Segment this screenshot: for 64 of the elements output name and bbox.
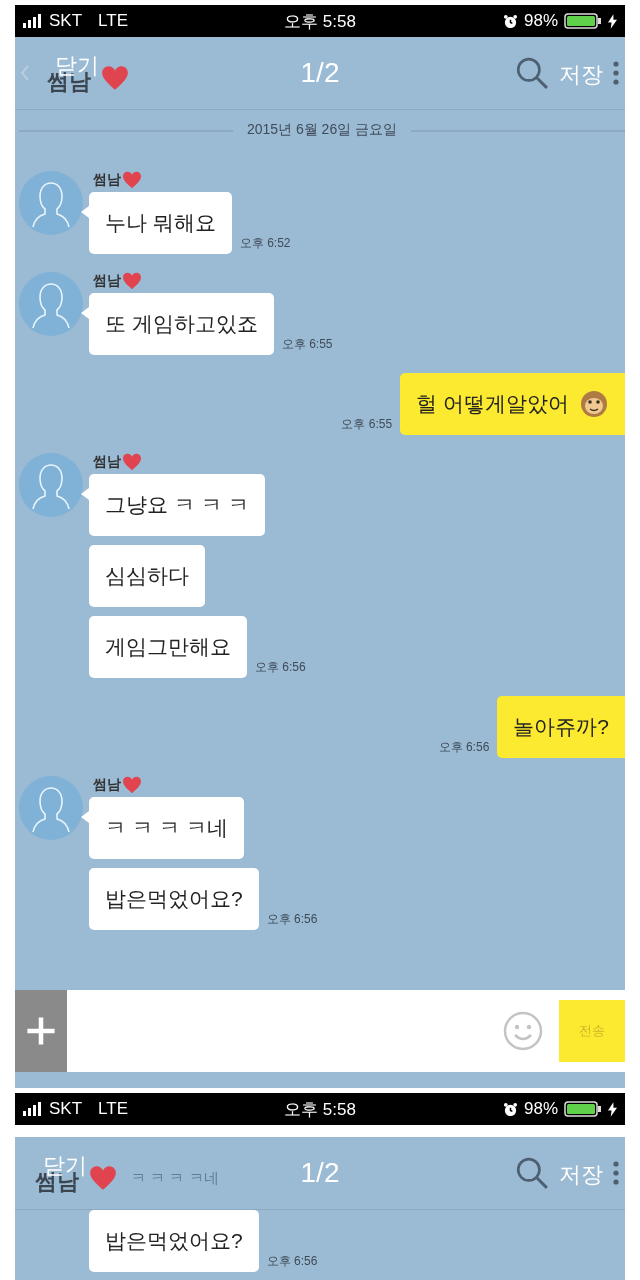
message-time: 오후 6:56 bbox=[438, 739, 490, 756]
message-bubble: 누나 뭐해요 bbox=[89, 192, 232, 254]
save-button[interactable]: 저장 bbox=[559, 1160, 603, 1190]
bubble-tail bbox=[81, 811, 89, 823]
heart-icon bbox=[122, 272, 142, 290]
clock-time: 오후 5:58 bbox=[284, 1098, 356, 1121]
message-time: 오후 6:55 bbox=[341, 416, 393, 433]
carrier-label: SKT bbox=[49, 11, 83, 31]
heart-icon bbox=[89, 1165, 117, 1191]
network-label: LTE bbox=[98, 11, 128, 31]
message-bubble: 밥은먹었어요? bbox=[89, 868, 259, 930]
back-chevron-icon bbox=[21, 65, 29, 81]
bubble-tail bbox=[81, 307, 89, 319]
message-bubble: ㅋ ㅋ ㅋ ㅋ네 bbox=[89, 797, 244, 859]
signal-icon bbox=[23, 14, 43, 28]
heart-icon bbox=[122, 453, 142, 471]
message-time: 오후 6:56 bbox=[266, 1253, 318, 1270]
message-bubble: 밥은먹었어요? bbox=[89, 1210, 259, 1272]
message-bubble: 그냥요 ㅋ ㅋ ㅋ bbox=[89, 474, 265, 536]
avatar[interactable] bbox=[19, 171, 83, 235]
battery-icon bbox=[564, 1101, 602, 1117]
sender-name: 썸남 bbox=[93, 272, 121, 290]
sender-name: 썸남 bbox=[93, 453, 121, 471]
charging-bolt-icon bbox=[608, 13, 617, 29]
bubble-tail bbox=[81, 206, 89, 218]
battery-percent: 98% bbox=[523, 11, 558, 31]
alarm-icon bbox=[502, 1101, 518, 1117]
network-label: LTE bbox=[98, 1099, 128, 1119]
smiley-icon[interactable] bbox=[503, 1011, 543, 1051]
faded-message-text: ㅋ ㅋ ㅋ ㅋ네 bbox=[131, 1169, 219, 1188]
search-icon[interactable] bbox=[515, 56, 549, 90]
page-indicator: 1/2 bbox=[300, 1157, 340, 1189]
message-bubble: 심심하다 bbox=[89, 545, 205, 607]
sender-name: 썸남 bbox=[93, 171, 121, 189]
attach-button[interactable] bbox=[15, 990, 67, 1072]
message-text: 헐 어떻게알았어 bbox=[416, 391, 569, 417]
battery-icon bbox=[564, 13, 602, 29]
carrier-label: SKT bbox=[49, 1099, 83, 1119]
message-time: 오후 6:55 bbox=[281, 336, 333, 353]
more-options-icon[interactable] bbox=[613, 61, 619, 85]
avatar[interactable] bbox=[19, 776, 83, 840]
message-text: 놀아쥬까? bbox=[513, 714, 609, 740]
message-time: 오후 6:56 bbox=[266, 911, 318, 928]
message-time: 오후 6:56 bbox=[255, 659, 306, 676]
message-time: 오후 6:52 bbox=[239, 235, 291, 252]
signal-icon bbox=[23, 1102, 43, 1116]
sender-name: 썸남 bbox=[93, 776, 121, 794]
battery-percent: 98% bbox=[523, 1099, 558, 1119]
plus-icon bbox=[24, 1014, 58, 1048]
save-button[interactable]: 저장 bbox=[559, 60, 603, 90]
message-bubble: 게임그만해요 bbox=[89, 616, 247, 678]
heart-icon bbox=[122, 171, 142, 189]
charging-bolt-icon bbox=[608, 1101, 617, 1117]
bubble-tail bbox=[81, 488, 89, 500]
avatar[interactable] bbox=[19, 453, 83, 517]
clock-time: 오후 5:58 bbox=[284, 10, 356, 33]
search-icon[interactable] bbox=[515, 1156, 549, 1190]
heart-icon bbox=[122, 776, 142, 794]
alarm-icon bbox=[502, 13, 518, 29]
page-indicator: 1/2 bbox=[300, 57, 340, 89]
more-options-icon[interactable] bbox=[613, 1161, 619, 1185]
message-bubble: 또 게임하고있죠 bbox=[89, 293, 274, 355]
heart-icon bbox=[101, 65, 129, 91]
avatar[interactable] bbox=[19, 272, 83, 336]
